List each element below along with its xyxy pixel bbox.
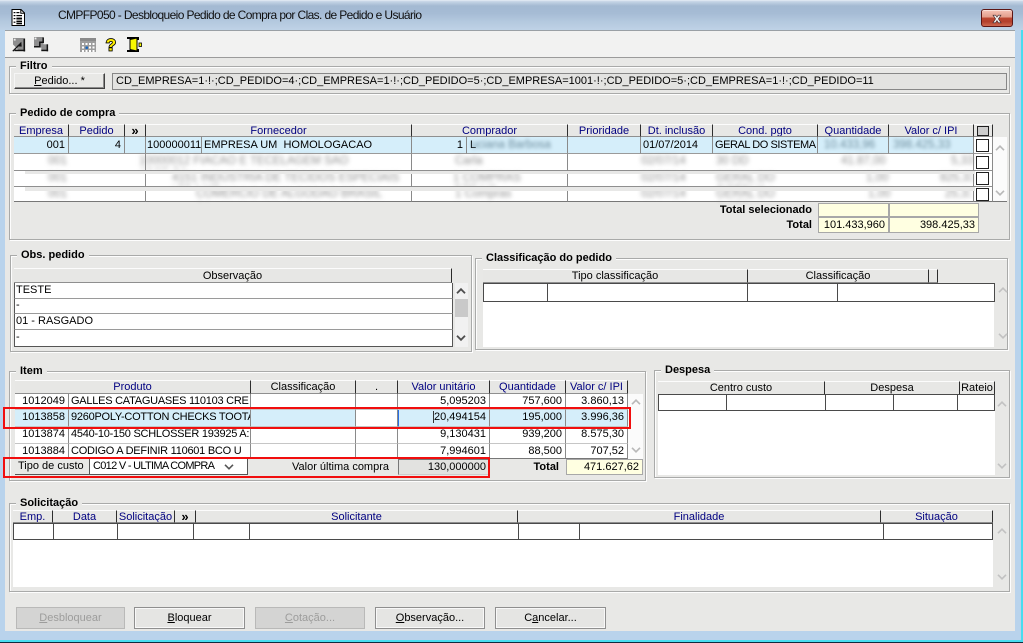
- svg-text:x: x: [993, 11, 1001, 26]
- svg-text:?: ?: [106, 36, 116, 55]
